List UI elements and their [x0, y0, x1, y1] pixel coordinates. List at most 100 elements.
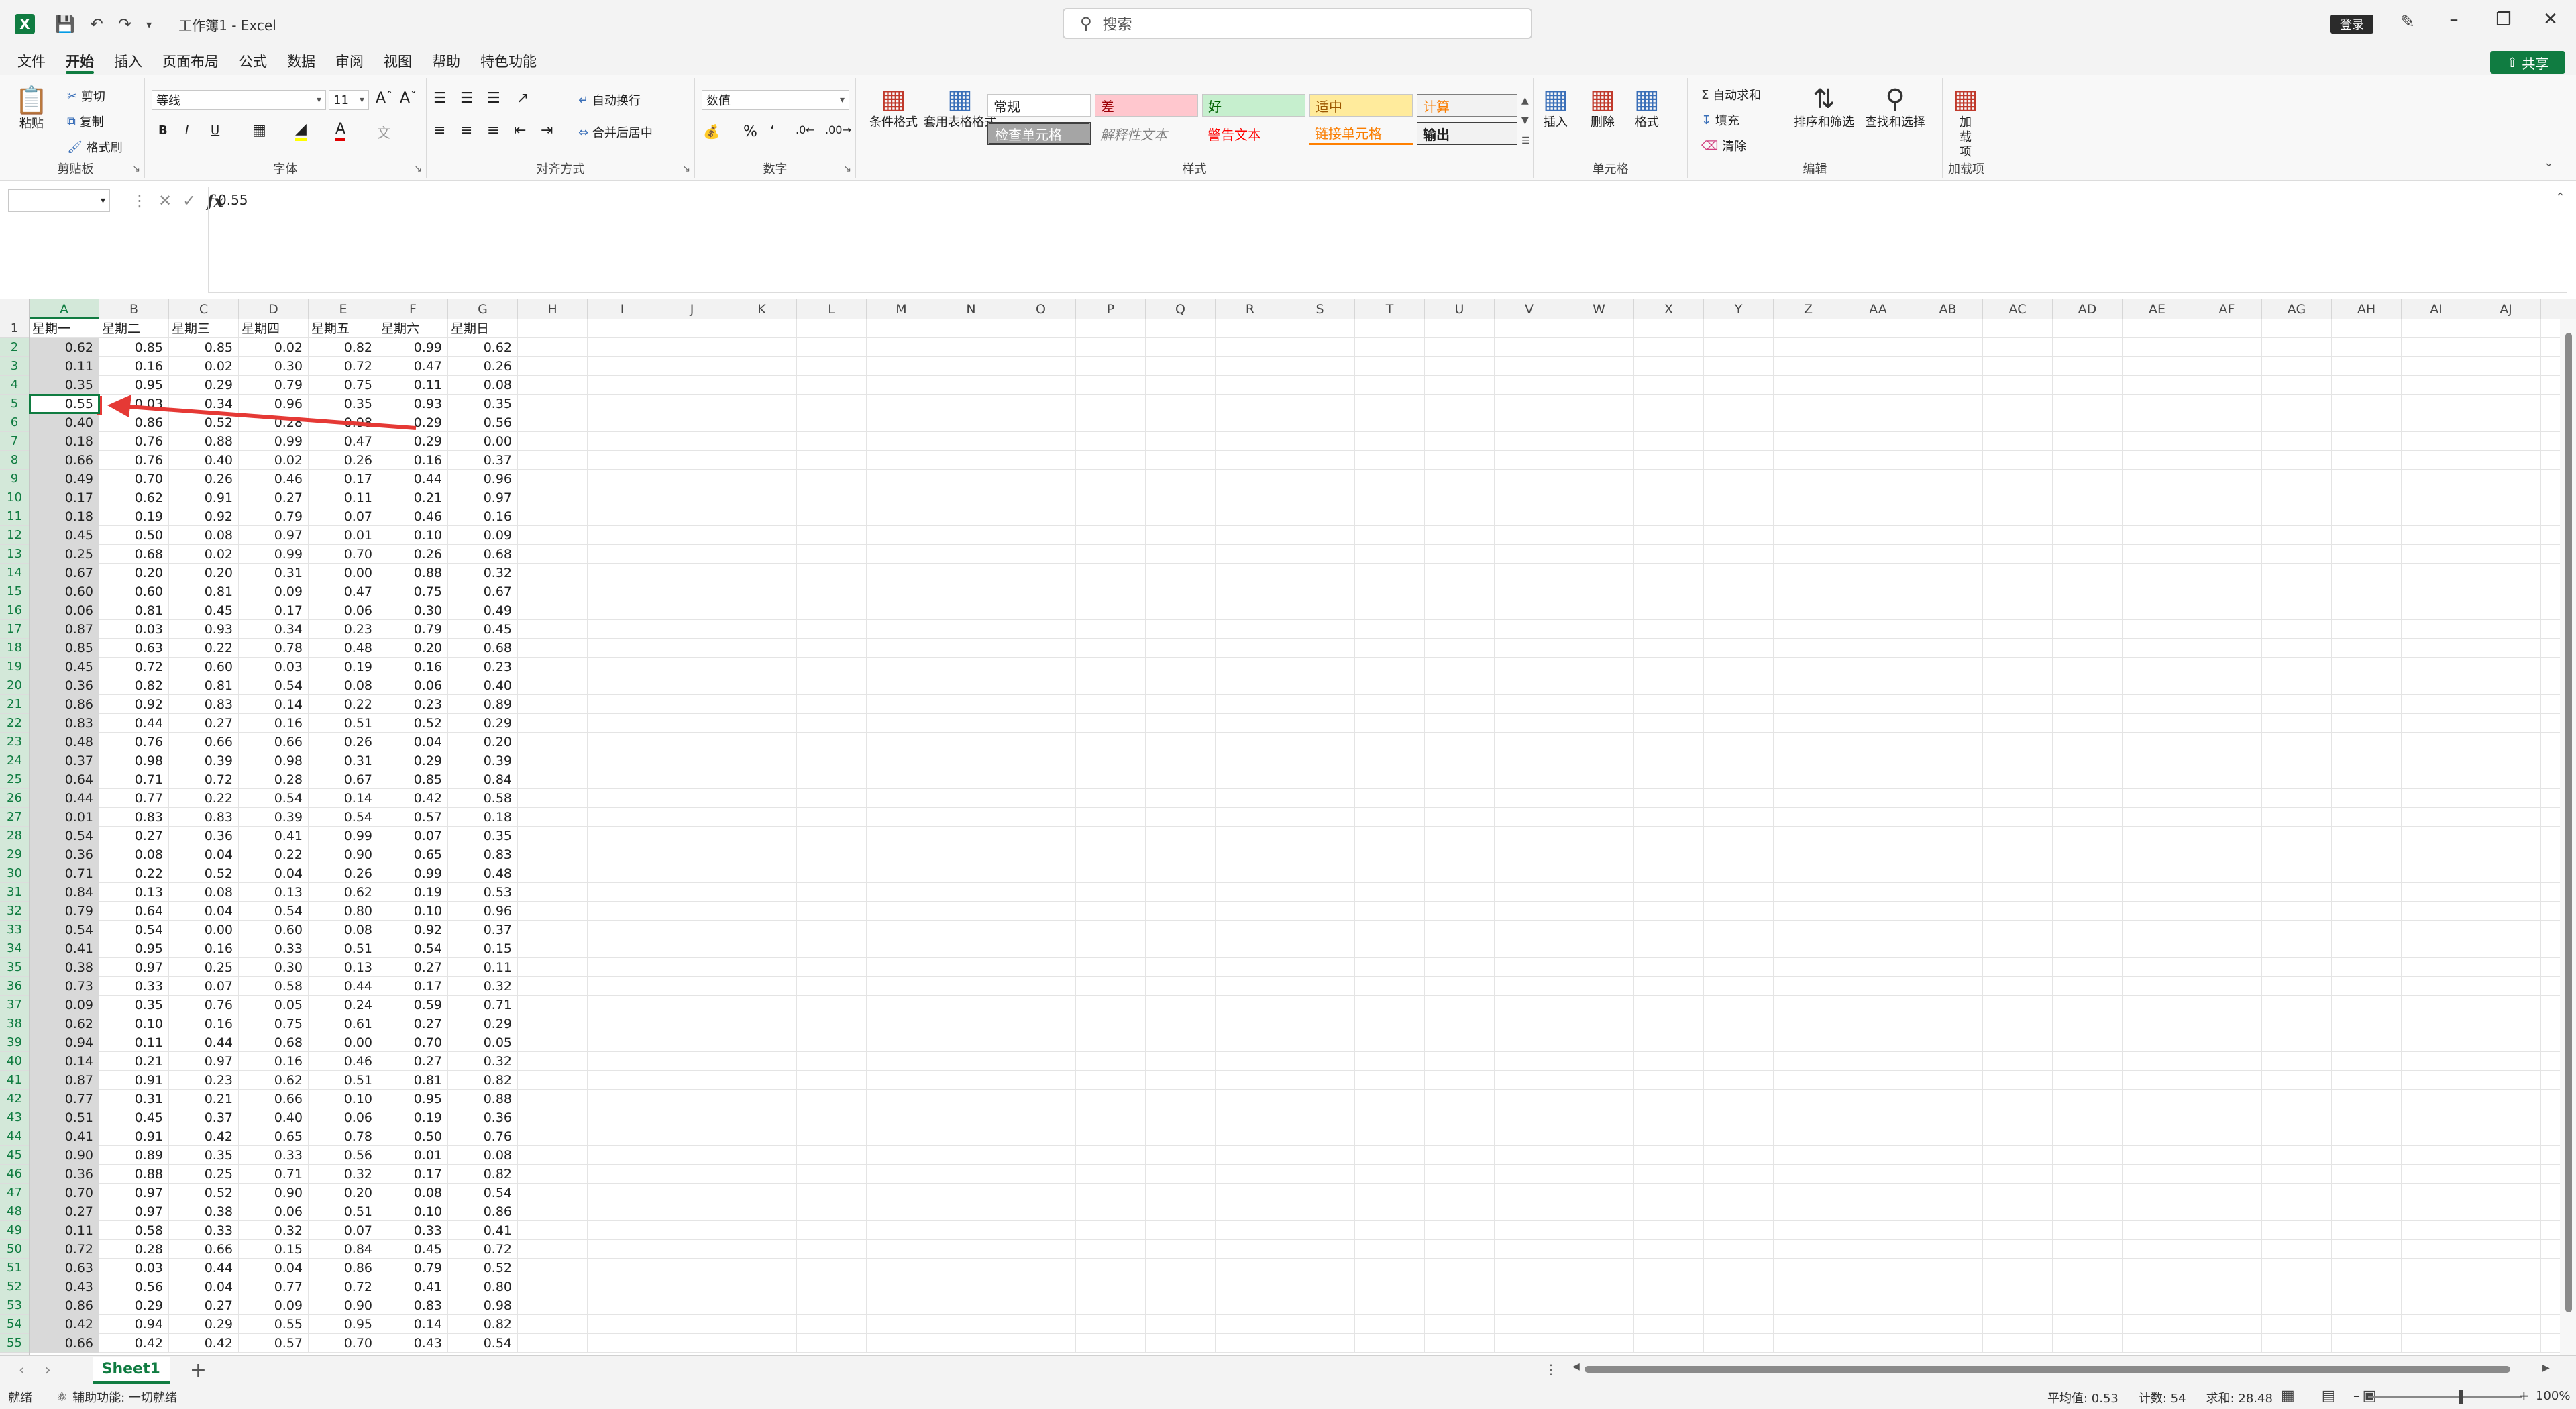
cell[interactable]	[518, 770, 588, 789]
cell[interactable]	[1076, 1014, 1146, 1033]
cell[interactable]	[1216, 1165, 1285, 1184]
cell[interactable]	[1913, 545, 1983, 564]
cell[interactable]	[2192, 526, 2262, 545]
cell[interactable]	[1634, 488, 1704, 507]
cell[interactable]	[2053, 357, 2123, 376]
cell[interactable]	[1216, 338, 1285, 357]
cell[interactable]	[727, 733, 797, 751]
cell[interactable]	[1495, 996, 1564, 1014]
cell[interactable]	[1285, 1334, 1355, 1353]
cell[interactable]	[1564, 939, 1634, 958]
column-header[interactable]: Z	[1774, 299, 1843, 319]
cell[interactable]: 0.40	[239, 1108, 309, 1127]
cell[interactable]	[1425, 695, 1495, 714]
cell[interactable]: 0.52	[169, 864, 239, 883]
cell[interactable]: 0.36	[30, 845, 99, 864]
cell[interactable]: 0.49	[448, 601, 518, 620]
cell[interactable]	[588, 582, 657, 601]
cell[interactable]	[2123, 845, 2192, 864]
cell[interactable]	[1355, 733, 1425, 751]
cell[interactable]	[727, 714, 797, 733]
merge-center-button[interactable]: ⇔ 合并后居中	[578, 123, 653, 141]
cell[interactable]	[1634, 1108, 1704, 1127]
cell[interactable]	[2262, 958, 2332, 977]
cell[interactable]	[1425, 902, 1495, 921]
cell[interactable]: 0.32	[448, 564, 518, 582]
cell[interactable]	[867, 432, 936, 451]
cell[interactable]	[1425, 413, 1495, 432]
cell[interactable]	[2053, 413, 2123, 432]
cell[interactable]	[2471, 413, 2541, 432]
cell[interactable]	[1076, 1127, 1146, 1146]
cell[interactable]	[1076, 977, 1146, 996]
cell[interactable]	[657, 601, 727, 620]
cell[interactable]: 0.81	[169, 676, 239, 695]
cell[interactable]	[2471, 432, 2541, 451]
cell[interactable]	[2192, 1202, 2262, 1221]
cell[interactable]	[1913, 1052, 1983, 1071]
cell[interactable]	[1146, 770, 1216, 789]
cell[interactable]	[2471, 958, 2541, 977]
cell[interactable]	[1564, 319, 1634, 338]
cell[interactable]: 0.33	[239, 1146, 309, 1165]
cell[interactable]	[1355, 921, 1425, 939]
cell[interactable]	[1076, 470, 1146, 488]
cell[interactable]	[1355, 1315, 1425, 1334]
cell[interactable]	[1774, 770, 1843, 789]
cell[interactable]	[1704, 1277, 1774, 1296]
cell[interactable]	[657, 564, 727, 582]
cell[interactable]: 0.11	[30, 1221, 99, 1240]
formula-input[interactable]: 0.55	[208, 187, 2567, 293]
cell[interactable]	[1983, 564, 2053, 582]
cell[interactable]: 0.22	[169, 639, 239, 658]
cell[interactable]	[518, 658, 588, 676]
cell[interactable]: 0.52	[448, 1259, 518, 1277]
cell[interactable]: 0.97	[99, 1202, 169, 1221]
cell[interactable]	[1146, 432, 1216, 451]
cell[interactable]	[2262, 620, 2332, 639]
cell[interactable]	[936, 1014, 1006, 1033]
cell[interactable]	[1006, 733, 1076, 751]
cell[interactable]	[657, 808, 727, 827]
cell[interactable]	[727, 902, 797, 921]
cell[interactable]	[2471, 338, 2541, 357]
column-header[interactable]: H	[518, 299, 588, 319]
cell[interactable]	[588, 1315, 657, 1334]
cell[interactable]	[1076, 1334, 1146, 1353]
cell[interactable]: 0.14	[239, 695, 309, 714]
cell[interactable]	[2332, 338, 2402, 357]
cell[interactable]	[1843, 808, 1913, 827]
cell[interactable]	[657, 1240, 727, 1259]
cell[interactable]	[1564, 564, 1634, 582]
cell[interactable]	[1634, 770, 1704, 789]
cell[interactable]	[1076, 770, 1146, 789]
cell[interactable]	[1425, 1315, 1495, 1334]
cell[interactable]	[1355, 413, 1425, 432]
cell[interactable]	[1983, 1108, 2053, 1127]
cell[interactable]: 0.95	[309, 1315, 378, 1334]
cell[interactable]	[797, 695, 867, 714]
cell[interactable]: 0.86	[30, 695, 99, 714]
cell[interactable]	[2471, 1108, 2541, 1127]
column-header[interactable]: C	[169, 299, 239, 319]
cell[interactable]: 0.22	[169, 789, 239, 808]
cell[interactable]	[518, 545, 588, 564]
cell[interactable]: 0.23	[378, 695, 448, 714]
cell[interactable]	[657, 470, 727, 488]
cell[interactable]: 0.41	[30, 1127, 99, 1146]
cell[interactable]	[588, 676, 657, 695]
cell[interactable]	[2123, 658, 2192, 676]
cell[interactable]	[1425, 1202, 1495, 1221]
cell[interactable]	[1634, 977, 1704, 996]
cell[interactable]	[1146, 376, 1216, 395]
cell[interactable]	[2123, 564, 2192, 582]
cell[interactable]	[1146, 1108, 1216, 1127]
scroll-down-icon[interactable]: ▼	[1521, 115, 1529, 126]
cell[interactable]	[1564, 902, 1634, 921]
cell[interactable]	[1355, 1184, 1425, 1202]
cell[interactable]	[936, 1184, 1006, 1202]
cell[interactable]	[1495, 395, 1564, 413]
cell[interactable]	[867, 601, 936, 620]
cell[interactable]	[1634, 1033, 1704, 1052]
cell[interactable]: 0.81	[169, 582, 239, 601]
